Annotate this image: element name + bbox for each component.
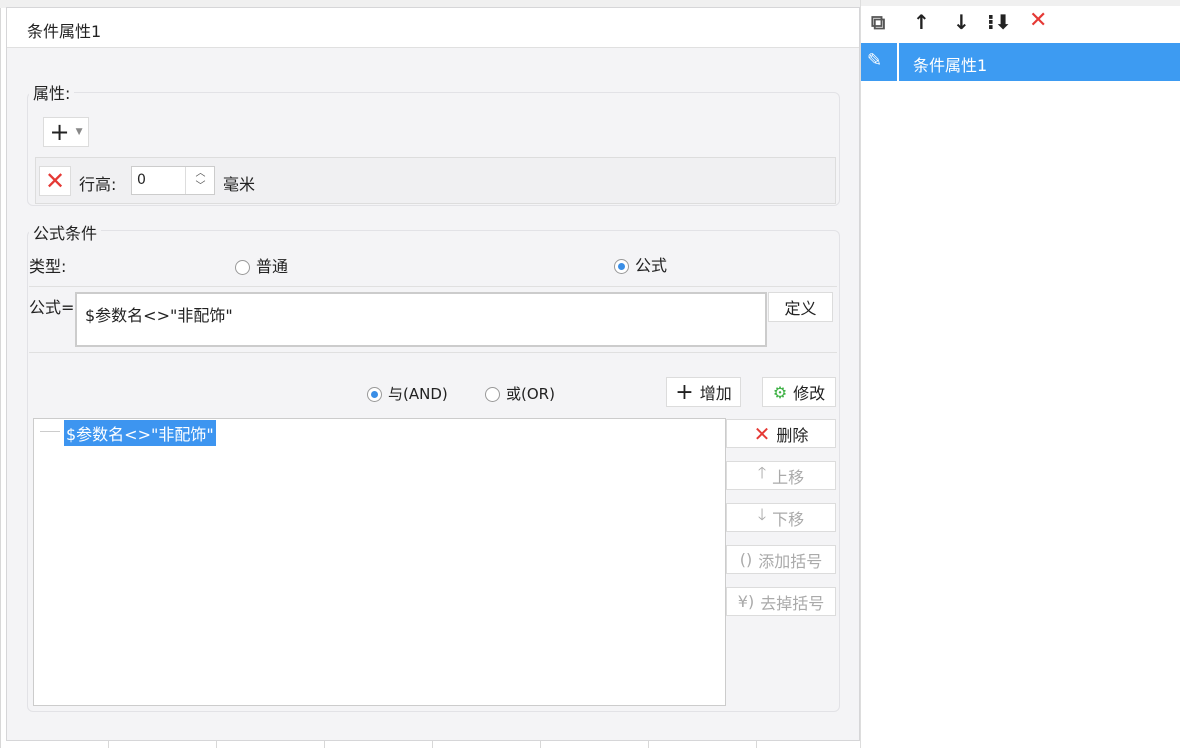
logic-radio-and[interactable]: 与(AND) (367, 383, 448, 404)
add-attribute-dropdown[interactable]: + ▼ (43, 117, 89, 147)
tree-line (40, 431, 60, 432)
close-icon: ✕ (44, 167, 66, 195)
list-item-selected[interactable]: ✎ 条件属性1 (861, 43, 1180, 81)
remove-attribute-button[interactable]: ✕ (39, 166, 71, 196)
divider (29, 286, 837, 287)
button-label: 去掉括号 (760, 593, 825, 613)
button-label: 增加 (699, 384, 732, 403)
remove-bracket-button[interactable]: ¥) 去掉括号 (726, 587, 836, 616)
arrow-down-icon[interactable]: ↓ (953, 10, 970, 34)
formula-condition-legend: 公式条件 (29, 220, 102, 244)
radio-label: 公式 (635, 256, 668, 275)
move-down-button[interactable]: 🡓 下移 (726, 503, 836, 532)
button-label: 下移 (772, 509, 805, 529)
button-label: 添加括号 (758, 551, 823, 571)
radio-icon (614, 259, 629, 274)
separator (897, 43, 899, 81)
row-height-input[interactable]: 0 (137, 172, 146, 188)
divider (29, 352, 837, 353)
condition-item[interactable]: $参数名<>"非配饰" (64, 420, 216, 446)
radio-label: 普通 (256, 257, 289, 276)
add-bracket-button[interactable]: () 添加括号 (726, 545, 836, 574)
logic-radio-or[interactable]: 或(OR) (485, 383, 555, 404)
pencil-icon: ✎ (867, 50, 883, 71)
button-label: 修改 (793, 384, 826, 403)
dialog-title: 条件属性1 (7, 8, 859, 48)
panel-top-strip (861, 0, 1180, 6)
chevron-down-icon: ▼ (75, 127, 83, 137)
unit-label: 毫米 (223, 175, 256, 194)
row-height-spinner[interactable]: 0 ︿ ﹀ (131, 166, 215, 195)
attributes-legend: 属性: (29, 80, 75, 104)
type-radio-formula[interactable]: 公式 (614, 252, 667, 276)
close-icon: ✕ (753, 421, 771, 446)
radio-label: 或(OR) (506, 385, 555, 403)
bracket-icon: () (739, 550, 753, 569)
move-up-button[interactable]: 🡑 上移 (726, 461, 836, 490)
modify-button[interactable]: ⚙ 修改 (762, 377, 836, 407)
remove-bracket-icon: ¥) (737, 592, 755, 611)
formula-label: 公式= (29, 298, 75, 317)
radio-icon (235, 260, 250, 275)
delete-icon[interactable]: ✕ (1029, 8, 1047, 33)
gear-edit-icon: ⚙ (772, 382, 788, 402)
condition-list[interactable]: $参数名<>"非配饰" (33, 418, 726, 706)
formula-input[interactable]: $参数名<>"非配饰" (75, 292, 767, 347)
type-radio-normal[interactable]: 普通 (235, 253, 288, 277)
add-button[interactable]: + 增加 (666, 377, 741, 407)
button-label: 删除 (776, 425, 809, 445)
radio-label: 与(AND) (388, 385, 448, 403)
delete-button[interactable]: ✕ 删除 (726, 419, 836, 448)
define-button[interactable]: 定义 (768, 292, 833, 322)
condition-list-panel: ⧉ ↑ ↓ ⁝⬇ ✕ ✎ 条件属性1 (860, 0, 1180, 748)
move-to-bottom-icon[interactable]: ⁝⬇ (987, 10, 1011, 34)
spinner-arrows[interactable]: ︿ ﹀ (185, 167, 215, 194)
row-height-label: 行高: (79, 175, 117, 194)
arrow-up-icon[interactable]: ↑ (913, 10, 930, 34)
radio-icon (485, 387, 500, 402)
condition-attribute-dialog: 条件属性1 属性: + ▼ ✕ 行高: 0 ︿ ﹀ 毫米 公式条件 类型: 普通 公… (6, 7, 860, 741)
plus-icon: + (675, 379, 694, 405)
arrow-up-icon: 🡑 (757, 463, 767, 482)
button-label: 上移 (772, 467, 805, 487)
radio-icon (367, 387, 382, 402)
copy-icon[interactable]: ⧉ (871, 10, 885, 34)
list-item-label: 条件属性1 (913, 56, 988, 75)
type-label: 类型: (29, 257, 67, 276)
arrow-down-icon: 🡓 (757, 505, 767, 524)
plus-icon: + (49, 118, 70, 146)
